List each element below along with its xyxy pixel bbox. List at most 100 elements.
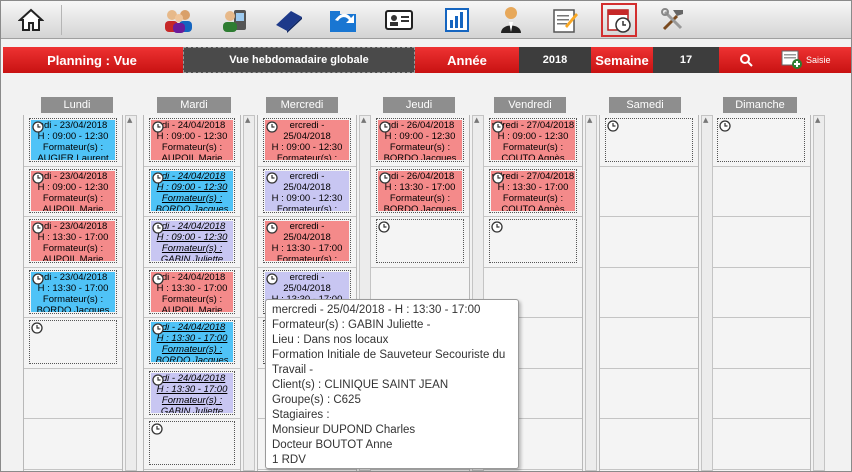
row-divider — [371, 266, 469, 268]
session-event[interactable]: ndi - 23/04/2018 H : 13:30 - 17:00 Formate… — [31, 221, 115, 261]
session-line-l3: Formateur(s) : — [42, 142, 104, 153]
row-divider — [600, 317, 698, 318]
session-event[interactable]: ndi - 23/04/2018 H : 09:00 - 12:30 Formate… — [31, 120, 115, 160]
column-scrollbar[interactable] — [813, 115, 825, 471]
session-slot[interactable]: ndi - 23/04/2018 H : 09:00 - 12:30 Formate… — [29, 168, 117, 213]
person-icon[interactable] — [495, 4, 527, 36]
column-scrollbar[interactable] — [701, 115, 713, 471]
clock-icon — [719, 120, 731, 132]
row-divider — [144, 317, 240, 318]
session-slot[interactable]: ndredi - 27/04/2018 H : 13:30 - 17:00 Form… — [489, 168, 577, 213]
session-event[interactable]: rdi - 24/04/2018 H : 09:00 - 12:30 Formate… — [151, 170, 233, 211]
folder-arrow-icon[interactable] — [327, 4, 359, 36]
clock-icon — [31, 322, 43, 334]
session-event[interactable]: ercredi - 25/04/2018 H : 09:00 - 12:30 For… — [265, 170, 349, 211]
session-event[interactable]: rdi - 24/04/2018 H : 13:30 - 17:00 Formate… — [151, 271, 233, 312]
clock-icon — [607, 120, 619, 132]
session-slot[interactable]: ndi - 23/04/2018 H : 13:30 - 17:00 Formate… — [29, 269, 117, 314]
session-slot[interactable]: ercredi - 25/04/2018 H : 09:00 - 12:30 For… — [263, 168, 351, 213]
view-selector[interactable]: Vue hebdomadaire globale — [183, 47, 415, 73]
tooltip-line: Stagiaires : — [272, 409, 330, 421]
clock-icon — [491, 221, 503, 233]
day-header-jeudi: Jeudi — [383, 97, 455, 113]
session-slot[interactable]: ercredi - 25/04/2018H : 13:30 - 17:00For… — [263, 219, 351, 263]
row-divider — [24, 418, 122, 419]
session-slot[interactable]: rdi - 24/04/2018 H : 09:00 - 12:30 Formate… — [149, 219, 235, 263]
session-slot[interactable]: rdi - 24/04/2018 H : 09:00 - 12:30 Formate… — [149, 118, 235, 162]
session-event[interactable]: ercredi - 25/04/2018 H : 09:00 - 12:30 For… — [265, 120, 349, 160]
session-event[interactable]: ndi - 23/04/2018 H : 09:00 - 12:30 Formate… — [31, 170, 115, 211]
home-icon[interactable] — [15, 4, 47, 36]
session-slot[interactable]: ndredi - 27/04/2018 H : 09:00 - 12:30 Form… — [489, 118, 577, 162]
session-slot[interactable]: rdi - 24/04/2018 H : 13:30 - 17:00 Formate… — [149, 269, 235, 314]
clock-icon — [32, 222, 44, 234]
session-event[interactable]: rdi - 24/04/2018 H : 09:00 - 12:30 Formate… — [151, 221, 233, 261]
id-card-icon[interactable] — [383, 4, 415, 36]
row-divider — [712, 468, 810, 470]
column-scrollbar[interactable] — [585, 115, 597, 471]
session-slot[interactable]: rdi - 24/04/2018 H : 13:30 - 17:00 Formate… — [149, 370, 235, 415]
empty-slot[interactable] — [149, 421, 235, 465]
tools-icon[interactable] — [657, 4, 689, 36]
toolbar — [1, 1, 851, 39]
row-divider — [712, 216, 810, 217]
tooltip-line: mercredi - 25/04/2018 - H : 13:30 - 17:0… — [272, 304, 481, 316]
contact-icon[interactable] — [219, 4, 251, 36]
session-line-l3: Formateur(s) : — [161, 344, 223, 355]
session-slot[interactable]: rdi - 24/04/2018 H : 09:00 - 12:30 Formate… — [149, 168, 235, 213]
tooltip-line: Monsieur DUPOND Charles — [272, 424, 416, 436]
session-line-l4: AUPOIL Marie — [161, 304, 223, 312]
day-header-vendredi: Vendredi — [494, 97, 566, 113]
book-icon[interactable] — [273, 4, 305, 36]
week-field[interactable]: 17 — [653, 47, 719, 73]
session-event[interactable]: udi - 26/04/2018 H : 09:00 - 12:30 Formate… — [378, 120, 462, 160]
clock-icon — [379, 171, 391, 184]
clock-icon — [492, 121, 504, 133]
row-divider — [144, 216, 240, 217]
row-divider — [371, 165, 469, 167]
empty-slot[interactable] — [489, 219, 577, 263]
edit-icon[interactable] — [549, 4, 581, 36]
empty-slot[interactable] — [605, 118, 693, 162]
session-line-l4: GABIN Juliette — [160, 405, 224, 413]
empty-slot[interactable] — [717, 118, 805, 162]
clock-icon — [32, 121, 44, 133]
session-line-l4: AUGIER Laurent — [37, 153, 109, 160]
session-slot[interactable]: udi - 26/04/2018 H : 09:00 - 12:30 Formate… — [376, 118, 464, 162]
column-scrollbar[interactable] — [125, 115, 137, 471]
session-event[interactable]: rdi - 24/04/2018 H : 09:00 - 12:30 Formate… — [151, 120, 233, 160]
session-event[interactable]: rdi - 24/04/2018 H : 13:30 - 17:00 Formate… — [151, 322, 233, 362]
bar-chart-icon[interactable] — [441, 4, 473, 36]
session-slot[interactable]: ndi - 23/04/2018 H : 09:00 - 12:30 Formate… — [29, 118, 117, 162]
session-line-l3: Formateur(s) : — [276, 254, 338, 261]
saisie-label: Saisie — [806, 55, 831, 65]
session-event[interactable]: udi - 26/04/2018 H : 13:30 - 17:00 Formate… — [378, 170, 462, 211]
session-event[interactable]: ndredi - 27/04/2018 H : 13:30 - 17:00 Form… — [491, 170, 575, 211]
empty-slot[interactable] — [29, 320, 117, 364]
row-divider — [258, 216, 356, 217]
row-divider — [712, 317, 810, 318]
session-slot[interactable]: ercredi - 25/04/2018 H : 09:00 - 12:30 For… — [263, 118, 351, 162]
empty-slot[interactable] — [376, 219, 464, 263]
column-scrollbar[interactable] — [243, 115, 255, 471]
session-slot[interactable]: udi - 26/04/2018 H : 13:30 - 17:00 Formate… — [376, 168, 464, 213]
users-icon[interactable] — [163, 4, 195, 36]
session-slot[interactable]: rdi - 24/04/2018 H : 13:30 - 17:00 Formate… — [149, 320, 235, 364]
tooltip-line: Lieu : Dans nos locaux — [272, 334, 389, 346]
row-divider — [24, 266, 122, 268]
saisie-button[interactable]: Saisie — [781, 47, 851, 73]
day-header-lundi: Lundi — [41, 97, 113, 113]
row-divider — [712, 418, 810, 419]
session-line-l4: BORDO Jacques — [155, 203, 229, 211]
session-line-l3: Formateur(s) : — [42, 243, 104, 254]
session-event[interactable]: ercredi - 25/04/2018H : 13:30 - 17:00For… — [265, 221, 349, 261]
session-slot[interactable]: ndi - 23/04/2018 H : 13:30 - 17:00 Formate… — [29, 219, 117, 263]
session-event[interactable]: ndi - 23/04/2018 H : 13:30 - 17:00 Formate… — [31, 271, 115, 312]
session-event[interactable]: ndredi - 27/04/2018 H : 09:00 - 12:30 Form… — [491, 120, 575, 160]
session-line-l4: BORDO Jacques — [36, 304, 110, 312]
search-button[interactable] — [721, 47, 771, 73]
year-field[interactable]: 2018 — [519, 47, 591, 73]
calendar-clock-icon[interactable] — [601, 3, 637, 37]
session-line-l4: AUPOIL Marie — [161, 153, 223, 160]
session-event[interactable]: rdi - 24/04/2018 H : 13:30 - 17:00 Formate… — [151, 372, 233, 413]
